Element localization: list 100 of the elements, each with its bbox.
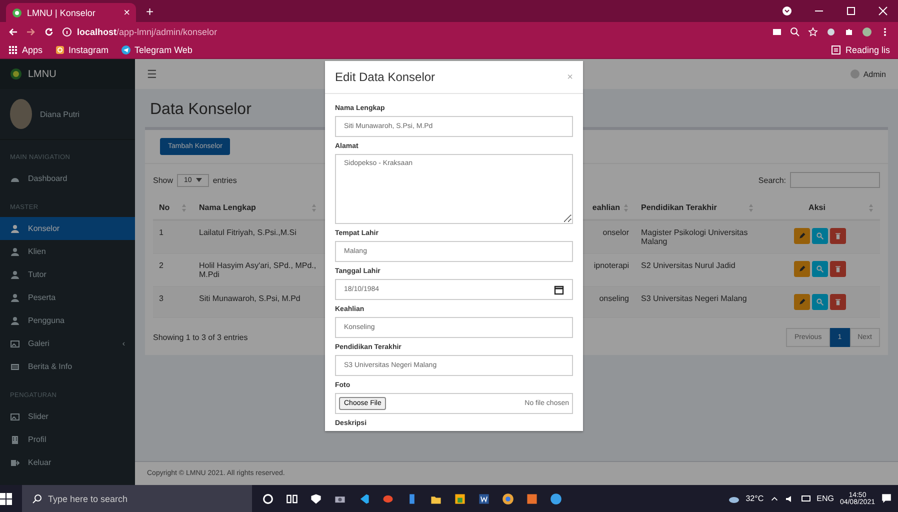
user-icon bbox=[10, 224, 20, 234]
search-icon bbox=[816, 232, 824, 240]
table-cell: Magister Psikologi Universitas Malang bbox=[635, 221, 760, 254]
image-icon bbox=[10, 338, 20, 348]
forward-icon[interactable] bbox=[26, 27, 36, 37]
list-icon bbox=[831, 45, 842, 55]
tab-title: LMNU | Konselor bbox=[27, 8, 96, 18]
brand-name: LMNU bbox=[28, 68, 56, 80]
camera-icon bbox=[54, 45, 65, 55]
search-icon bbox=[32, 494, 42, 504]
modal-title: Edit Data Konselor bbox=[335, 70, 436, 84]
table-cell: 1 bbox=[153, 221, 193, 254]
sort-icon bbox=[868, 204, 874, 212]
notification-icon[interactable] bbox=[881, 493, 892, 504]
bookmark[interactable]: Telegram Web bbox=[120, 45, 192, 55]
chevron-up-icon[interactable] bbox=[770, 494, 779, 503]
back-icon[interactable] bbox=[8, 27, 18, 37]
avatar-placeholder bbox=[10, 99, 32, 129]
weather-cloud-icon[interactable] bbox=[728, 494, 740, 502]
table-cell: S3 Universitas Negeri Malang bbox=[635, 287, 760, 318]
pencil-icon bbox=[798, 265, 806, 273]
avatar-icon bbox=[850, 69, 860, 79]
building-icon bbox=[10, 434, 20, 444]
user-icon bbox=[10, 246, 20, 256]
star-icon[interactable] bbox=[808, 27, 818, 37]
new-tab-button[interactable]: + bbox=[140, 3, 160, 20]
sidebar-item[interactable]: Tutor bbox=[0, 263, 135, 286]
user-icon bbox=[10, 292, 20, 302]
delete-button[interactable] bbox=[830, 228, 846, 244]
word-icon[interactable] bbox=[478, 492, 490, 504]
delete-button[interactable] bbox=[830, 294, 846, 310]
shield-icon[interactable] bbox=[310, 492, 322, 504]
code-editor-icon[interactable] bbox=[358, 492, 370, 504]
entries-label: entries bbox=[212, 176, 237, 184]
sidebar-item[interactable]: Pengguna bbox=[0, 309, 135, 332]
help-icon[interactable] bbox=[550, 492, 562, 504]
user-icon bbox=[10, 316, 20, 326]
sticky-note-icon[interactable] bbox=[454, 492, 466, 504]
bookmark[interactable]: Apps bbox=[8, 45, 43, 55]
sort-icon bbox=[311, 204, 317, 212]
edit-button[interactable] bbox=[794, 294, 810, 310]
taskbar-search-field[interactable]: Type here to search bbox=[22, 485, 252, 512]
browser-tab[interactable]: LMNU | Konselor × bbox=[6, 3, 136, 22]
caret-icon bbox=[196, 178, 202, 182]
search-label: Search: bbox=[758, 176, 786, 184]
sort-icon bbox=[748, 204, 754, 212]
close-tab-button[interactable]: × bbox=[124, 6, 130, 18]
sidebar-item[interactable]: Konselor bbox=[0, 217, 135, 240]
sidebar-item[interactable]: Slider bbox=[0, 405, 135, 428]
table-cell: Lailatul Fitriyah, S.Psi.,M.Si bbox=[193, 221, 323, 254]
menu-button[interactable]: ☰ bbox=[147, 68, 157, 80]
user-menu[interactable]: Admin bbox=[850, 69, 886, 79]
windows-icon[interactable] bbox=[0, 492, 12, 504]
maximize-icon[interactable] bbox=[846, 6, 856, 16]
apps-grid-icon bbox=[8, 45, 18, 55]
pencil-icon bbox=[798, 298, 806, 306]
zoom-icon[interactable] bbox=[790, 27, 800, 37]
table-info: Showing 1 to 3 of 3 entries bbox=[153, 333, 248, 342]
sidebar-item[interactable]: Berita & Info bbox=[0, 355, 135, 378]
reading-list-button[interactable]: Reading lis bbox=[831, 45, 890, 55]
sidebar-item[interactable]: Dashboard bbox=[0, 167, 135, 190]
browser-icon[interactable] bbox=[502, 492, 514, 504]
page-title: Data Konselor bbox=[150, 101, 252, 119]
bookmark[interactable]: Instagram bbox=[54, 45, 109, 55]
sort-icon bbox=[623, 204, 629, 212]
task-view-icon[interactable] bbox=[286, 492, 298, 504]
sidebar-brand[interactable]: LMNU bbox=[0, 59, 135, 89]
weather-text: 32°C bbox=[746, 494, 764, 503]
trash-icon bbox=[834, 298, 842, 306]
sidebar-item[interactable]: Profil bbox=[0, 428, 135, 451]
profile-icon[interactable] bbox=[782, 6, 792, 16]
cortana-icon[interactable] bbox=[262, 492, 274, 504]
close-icon[interactable] bbox=[878, 6, 888, 16]
edit-button[interactable] bbox=[794, 261, 810, 277]
search-field[interactable] bbox=[790, 172, 880, 188]
table-cell: 3 bbox=[153, 287, 193, 318]
sidebar-item[interactable]: Galeri ‹ bbox=[0, 332, 135, 355]
sidebar-item[interactable]: Klien bbox=[0, 240, 135, 263]
url-text: localhost/app-lmnj/admin/konselor bbox=[77, 27, 218, 37]
table-cell: Siti Munawaroh, S.Psi, M.Pd bbox=[193, 287, 323, 318]
sign-out-icon bbox=[10, 458, 20, 468]
app-icon[interactable] bbox=[526, 492, 538, 504]
trash-icon bbox=[834, 265, 842, 273]
paper-plane-icon bbox=[120, 45, 131, 55]
user-name: Diana Putri bbox=[40, 110, 80, 118]
language-indicator[interactable]: ENG bbox=[816, 494, 834, 503]
search-icon bbox=[816, 298, 824, 306]
sidebar-item[interactable]: Peserta bbox=[0, 286, 135, 309]
info-icon bbox=[62, 27, 72, 37]
calendar-icon bbox=[554, 284, 564, 294]
user-icon bbox=[10, 270, 20, 280]
reload-icon[interactable] bbox=[44, 27, 54, 37]
delete-button[interactable] bbox=[830, 261, 846, 277]
pencil-icon bbox=[798, 232, 806, 240]
image-icon bbox=[10, 412, 20, 422]
extension-dot-icon[interactable] bbox=[826, 27, 836, 37]
search-icon bbox=[816, 265, 824, 273]
edit-button[interactable] bbox=[794, 228, 810, 244]
sidebar-item[interactable]: Keluar bbox=[0, 451, 135, 474]
avatar-icon[interactable] bbox=[862, 27, 872, 37]
